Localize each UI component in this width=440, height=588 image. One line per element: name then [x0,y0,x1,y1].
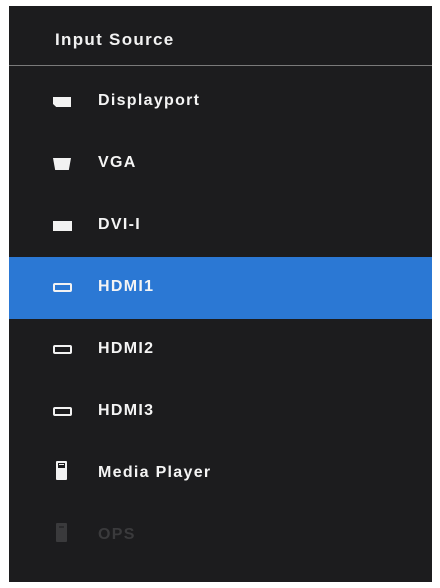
input-item-hdmi3[interactable]: HDMI3 [9,381,432,443]
input-item-hdmi1[interactable]: HDMI1 [9,257,432,319]
input-item-dvi[interactable]: DVI-I [9,195,432,257]
input-source-list: Displayport VGA DVI-I HDMI1 HDMI2 HDMI3 … [9,71,432,567]
hdmi-icon [53,345,72,354]
input-item-displayport[interactable]: Displayport [9,71,432,133]
displayport-icon [53,97,71,107]
menu-header: Input Source [9,6,432,66]
input-item-vga[interactable]: VGA [9,133,432,195]
input-item-label: HDMI1 [98,278,155,295]
input-item-label: Displayport [98,92,201,109]
input-item-label: OPS [98,526,136,543]
input-item-label: VGA [98,154,137,171]
input-item-media-player[interactable]: Media Player [9,443,432,505]
input-item-hdmi2[interactable]: HDMI2 [9,319,432,381]
vga-icon [53,158,71,170]
hdmi-icon [53,407,72,416]
hdmi-icon [53,283,72,292]
usb-stick-icon [56,461,67,480]
dvi-icon [53,221,72,231]
input-item-label: DVI-I [98,216,141,233]
input-item-label: HDMI3 [98,402,155,419]
input-item-ops: OPS [9,505,432,567]
ops-icon [56,523,67,542]
input-source-menu: Input Source Displayport VGA DVI-I HDMI1… [9,6,432,582]
input-item-label: HDMI2 [98,340,155,357]
input-item-label: Media Player [98,464,212,481]
menu-title: Input Source [55,30,175,49]
